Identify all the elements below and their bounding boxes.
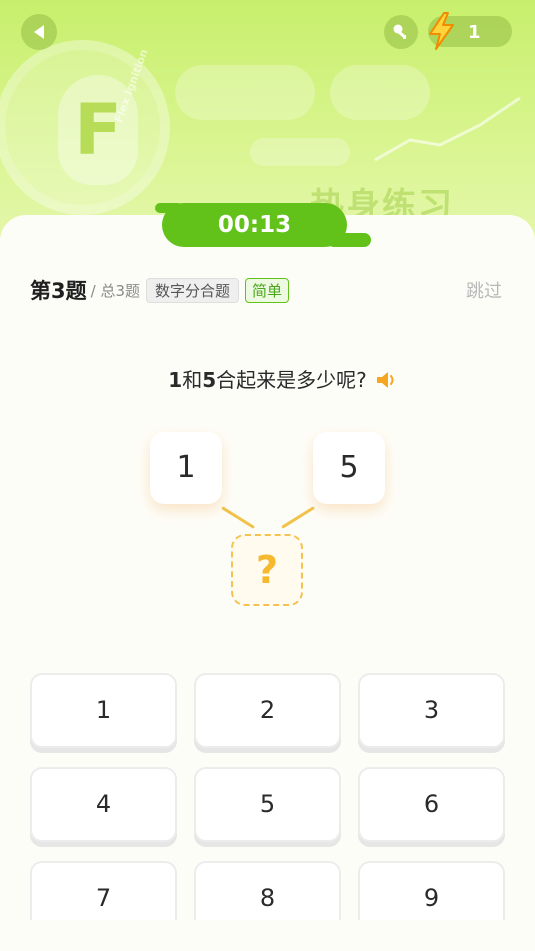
energy-count: 1: [468, 22, 481, 43]
number-card-left: 1: [150, 432, 222, 504]
question-rest: 合起来是多少呢?: [216, 368, 367, 392]
timer-value: 00:13: [162, 203, 347, 247]
question-header: 第3题 / 总3题 数字分合题 简单: [30, 275, 506, 305]
key-1[interactable]: 1: [30, 673, 177, 748]
key-2[interactable]: 2: [194, 673, 341, 748]
key-3[interactable]: 3: [358, 673, 505, 748]
back-arrow-icon: [34, 25, 44, 39]
key-4[interactable]: 4: [30, 767, 177, 842]
question-number: 第3题: [30, 279, 87, 303]
level-tag: 简单: [245, 277, 290, 303]
timer: 00:13: [152, 200, 374, 252]
banner-decor-bar: [250, 138, 350, 166]
question-text: 1和5合起来是多少呢?: [0, 364, 535, 393]
banner-decor-bar: [175, 65, 315, 120]
question-total: / 总3题: [90, 281, 140, 300]
category-tag: 数字分合题: [146, 277, 240, 303]
back-button[interactable]: [21, 14, 57, 50]
key-icon: [393, 24, 407, 39]
bottom-cutoff: [0, 920, 535, 951]
banner-trend-line: [374, 96, 521, 162]
question-connector-word: 和: [182, 368, 203, 392]
key-5[interactable]: 5: [194, 767, 341, 842]
energy-counter[interactable]: 1: [428, 12, 512, 50]
question-number-a: 1: [168, 368, 183, 392]
skip-button[interactable]: 跳过: [466, 277, 502, 303]
key-6[interactable]: 6: [358, 767, 505, 842]
answer-placeholder: ?: [231, 534, 303, 606]
question-number-b: 5: [202, 368, 217, 392]
speaker-icon[interactable]: [375, 369, 399, 391]
number-card-right: 5: [313, 432, 385, 504]
key-button[interactable]: [384, 15, 418, 49]
lightning-icon: [429, 12, 454, 50]
